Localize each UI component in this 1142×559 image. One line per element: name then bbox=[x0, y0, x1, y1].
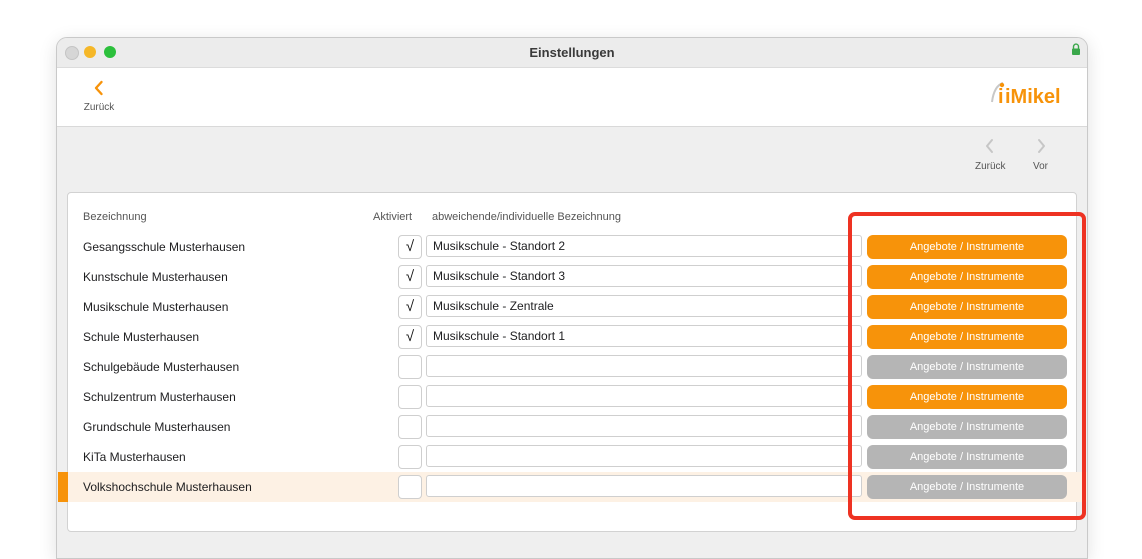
alt-name-input[interactable] bbox=[426, 355, 862, 377]
activated-checkbox[interactable]: √ bbox=[398, 235, 422, 259]
offers-instruments-button[interactable]: Angebote / Instrumente bbox=[867, 415, 1067, 439]
offers-instruments-button[interactable]: Angebote / Instrumente bbox=[867, 295, 1067, 319]
alt-name-input[interactable] bbox=[426, 385, 862, 407]
location-name: KiTa Musterhausen bbox=[83, 450, 186, 464]
alt-name-input[interactable] bbox=[426, 235, 862, 257]
table-row: Musikschule Musterhausen √ Angebote / In… bbox=[68, 292, 1087, 322]
offers-instruments-button[interactable]: Angebote / Instrumente bbox=[867, 475, 1067, 499]
table-row: Schulgebäude Musterhausen Angebote / Ins… bbox=[68, 352, 1087, 382]
chevron-left-icon bbox=[984, 139, 996, 158]
chevron-left-icon bbox=[92, 80, 106, 100]
locations-table: Bezeichnung Aktiviert abweichende/indivi… bbox=[58, 192, 1087, 532]
back-button[interactable]: Zurück bbox=[79, 80, 119, 113]
chevron-right-icon bbox=[1035, 139, 1047, 158]
activated-checkbox[interactable] bbox=[398, 355, 422, 379]
offers-instruments-button[interactable]: Angebote / Instrumente bbox=[867, 265, 1067, 289]
location-name: Schule Musterhausen bbox=[83, 330, 200, 344]
alt-name-input[interactable] bbox=[426, 325, 862, 347]
location-name: Grundschule Musterhausen bbox=[83, 420, 231, 434]
table-row: Gesangsschule Musterhausen √ Angebote / … bbox=[68, 232, 1087, 262]
prev-nav-label: Zurück bbox=[975, 161, 1006, 172]
table-row: Grundschule Musterhausen Angebote / Inst… bbox=[68, 412, 1087, 442]
alt-name-input[interactable] bbox=[426, 295, 862, 317]
table-row: Kunstschule Musterhausen √ Angebote / In… bbox=[68, 262, 1087, 292]
location-name: Schulzentrum Musterhausen bbox=[83, 390, 236, 404]
next-nav-button[interactable]: Vor bbox=[1033, 138, 1048, 172]
header-aktiviert: Aktiviert bbox=[373, 211, 413, 223]
offers-instruments-button[interactable]: Angebote / Instrumente bbox=[867, 385, 1067, 409]
table-row: KiTa Musterhausen Angebote / Instrumente bbox=[68, 442, 1087, 472]
next-nav-label: Vor bbox=[1033, 161, 1049, 172]
table-row: Schule Musterhausen √ Angebote / Instrum… bbox=[68, 322, 1087, 352]
prev-nav-button[interactable]: Zurück bbox=[975, 138, 1006, 172]
imikel-logo: i iMikel bbox=[989, 80, 1069, 117]
activated-checkbox[interactable] bbox=[398, 385, 422, 409]
activated-checkbox[interactable]: √ bbox=[398, 325, 422, 349]
location-name: Kunstschule Musterhausen bbox=[83, 270, 228, 284]
selection-marker bbox=[58, 472, 68, 502]
activated-checkbox[interactable]: √ bbox=[398, 265, 422, 289]
offers-instruments-button[interactable]: Angebote / Instrumente bbox=[867, 445, 1067, 469]
settings-window: Einstellungen Zurück i iMikel Zurück Vor… bbox=[56, 37, 1088, 559]
location-name: Schulgebäude Musterhausen bbox=[83, 360, 240, 374]
lock-icon bbox=[1071, 43, 1081, 61]
back-button-label: Zurück bbox=[83, 102, 115, 113]
activated-checkbox[interactable]: √ bbox=[398, 295, 422, 319]
logo-text: iMikel bbox=[1005, 86, 1061, 108]
offers-instruments-button[interactable]: Angebote / Instrumente bbox=[867, 355, 1067, 379]
offers-instruments-button[interactable]: Angebote / Instrumente bbox=[867, 235, 1067, 259]
header-alt-bezeichnung: abweichende/individuelle Bezeichnung bbox=[432, 211, 621, 223]
alt-name-input[interactable] bbox=[426, 445, 862, 467]
svg-text:i: i bbox=[998, 86, 1004, 108]
toolbar: Zurück i iMikel bbox=[57, 68, 1087, 127]
alt-name-input[interactable] bbox=[426, 415, 862, 437]
location-name: Musikschule Musterhausen bbox=[83, 300, 229, 314]
alt-name-input[interactable] bbox=[426, 475, 862, 497]
window-title: Einstellungen bbox=[529, 45, 615, 60]
alt-name-input[interactable] bbox=[426, 265, 862, 287]
location-name: Gesangsschule Musterhausen bbox=[83, 240, 246, 254]
activated-checkbox[interactable] bbox=[398, 475, 422, 499]
title-bar: Einstellungen bbox=[57, 38, 1087, 68]
header-bezeichnung: Bezeichnung bbox=[83, 211, 147, 223]
location-name: Volkshochschule Musterhausen bbox=[83, 480, 252, 494]
activated-checkbox[interactable] bbox=[398, 445, 422, 469]
offers-instruments-button[interactable]: Angebote / Instrumente bbox=[867, 325, 1067, 349]
activated-checkbox[interactable] bbox=[398, 415, 422, 439]
table-row: Schulzentrum Musterhausen Angebote / Ins… bbox=[68, 382, 1087, 412]
table-row-selected[interactable]: Volkshochschule Musterhausen Angebote / … bbox=[58, 472, 1087, 502]
